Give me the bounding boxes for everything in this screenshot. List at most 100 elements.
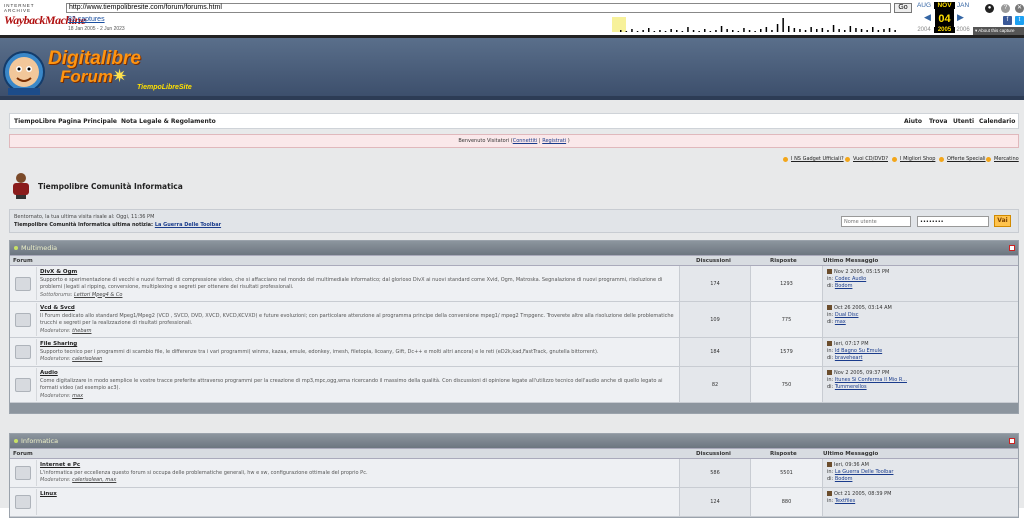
account-icon[interactable]: ●	[985, 4, 994, 13]
moderator-link[interactable]: Lettori Mpeg4 & Co	[74, 292, 122, 298]
last-post-icon[interactable]	[827, 462, 832, 467]
moderator-link[interactable]: calerisolean	[72, 356, 102, 362]
shop-link[interactable]: I Migliori Shop	[900, 156, 935, 162]
capture-bar	[821, 28, 824, 32]
moderator-label: Moderatore:	[40, 327, 73, 334]
about-capture-button[interactable]: ▾ About this capture	[973, 27, 1024, 35]
last-message-cell: Ieri, 07:17 PM in: Id Bagno Su Emule di: b…	[822, 338, 1018, 366]
prev-arrow-icon[interactable]: ◀	[924, 13, 931, 23]
logo-subtitle: TiempoLibreSite	[137, 84, 192, 91]
last-message-cell: Oct 26 2005, 03:14 AM in: Dual Disc di: ma…	[822, 302, 1018, 337]
forum-title-link[interactable]: Audio	[40, 370, 680, 378]
forum-row: Audio Come digitalizzare in modo semplice…	[10, 367, 1018, 403]
capture-bar	[704, 29, 706, 32]
moderator-link[interactable]: thebam	[72, 328, 91, 334]
gadget-link[interactable]: I NS Gadget Ufficiali?	[791, 156, 844, 162]
capture-sparkline[interactable]	[612, 14, 912, 32]
cd-dvd-link[interactable]: Vuoi CD/DVD?	[853, 156, 888, 162]
last-post-topic-link[interactable]: Id Bagno Su Emule	[835, 348, 882, 354]
last-post-author-link[interactable]: max	[835, 319, 846, 325]
last-post-icon[interactable]	[827, 491, 832, 496]
next-arrow-icon[interactable]: ▶	[957, 13, 964, 23]
login-link[interactable]: Connettiti	[513, 138, 538, 144]
forum-status-icon	[11, 339, 37, 365]
market-link[interactable]: Mercatino	[994, 156, 1019, 162]
last-post-author-link[interactable]: Bodom	[835, 476, 853, 482]
nav-search-link[interactable]: Trova	[929, 118, 947, 125]
login-submit-button[interactable]: Vai	[994, 215, 1011, 227]
forum-title-link[interactable]: Internet e Pc	[40, 462, 680, 470]
capture-bar	[827, 30, 829, 32]
last-post-topic-link[interactable]: Itunes Si Conferma Il Mio R...	[835, 377, 907, 383]
category-header[interactable]: Multimedia	[10, 241, 1018, 255]
last-post-icon[interactable]	[827, 341, 832, 346]
username-input[interactable]	[841, 216, 911, 227]
help-icon[interactable]: ?	[1001, 4, 1010, 13]
wayback-logo[interactable]: INTERNET ARCHIVE WaybackMachine	[4, 3, 86, 31]
capture-bar	[793, 28, 796, 32]
forum-row: Vcd & Svcd Il Forum dedicato allo standar…	[10, 302, 1018, 338]
captures-link[interactable]: 82 captures	[68, 16, 105, 23]
nav-home-link[interactable]: TiempoLibre Pagina Principale	[14, 118, 117, 125]
capture-bar	[760, 29, 762, 32]
forum-description: L'informatica per eccellenza questo foru…	[40, 469, 368, 476]
capture-bar	[636, 31, 639, 32]
last-post-topic-link[interactable]: Codec Audio	[835, 276, 866, 282]
forum-info: DivX & Ogm Supporto e sperimentazione di …	[40, 269, 680, 299]
moderator-link[interactable]: calerisolean, max	[72, 477, 116, 483]
nav-legal-link[interactable]: Nota Legale & Regolamento	[121, 118, 216, 125]
moderator-link[interactable]: max	[72, 393, 83, 399]
password-input[interactable]	[917, 216, 989, 227]
last-post-author-link[interactable]: Tummerellos	[835, 384, 867, 390]
wayback-url-input[interactable]: http://www.tiempolibresite.com/forum/for…	[66, 3, 891, 13]
last-post-author-link[interactable]: Bodom	[835, 283, 853, 289]
last-visit-text: Bentornato, la tua ultima visita risale …	[14, 214, 155, 220]
next-year[interactable]: 2006	[952, 27, 974, 33]
last-post-topic-link[interactable]: Dual Disc	[835, 312, 859, 318]
offers-link[interactable]: Offerte Speciali	[947, 156, 986, 162]
mascot-logo-icon[interactable]	[2, 44, 46, 98]
prev-year[interactable]: 2004	[913, 27, 935, 33]
category-informatica: Informatica Forum Discussioni Risposte U…	[9, 433, 1019, 518]
close-icon[interactable]: ✕	[1015, 4, 1024, 13]
discussions-count: 109	[710, 316, 720, 323]
prev-month[interactable]: AUG	[913, 2, 935, 9]
last-post-by-label: di:	[827, 319, 835, 325]
capture-bar	[776, 24, 779, 32]
capture-bar	[648, 28, 650, 32]
last-post-icon[interactable]	[827, 305, 832, 310]
forum-status-icon	[11, 489, 37, 515]
last-post-topic-link[interactable]: Textfiles	[835, 498, 855, 504]
last-post-topic-link[interactable]: La Guerra Delle Toolbar	[835, 469, 894, 475]
forum-status-icon	[11, 267, 37, 300]
nav-calendar-link[interactable]: Calendario	[979, 118, 1015, 125]
twitter-icon[interactable]: t	[1015, 16, 1024, 25]
last-post-in-label: in:	[827, 469, 835, 475]
forum-description: Supporto tecnico per i programmi di scam…	[40, 348, 599, 355]
discussions-cell: 82	[679, 367, 750, 402]
next-month[interactable]: JAN	[952, 2, 974, 9]
last-post-author-link[interactable]: braveheart	[835, 355, 863, 361]
forum-title-link[interactable]: Linux	[40, 491, 680, 499]
replies-cell: 1293	[750, 266, 822, 301]
last-post-icon[interactable]	[827, 269, 832, 274]
nav-users-link[interactable]: Utenti	[953, 118, 974, 125]
register-link[interactable]: Registrati	[542, 138, 566, 144]
nav-help-link[interactable]: Aiuto	[904, 118, 922, 125]
collapse-icon[interactable]	[1009, 438, 1015, 444]
forum-title-link[interactable]: Vcd & Svcd	[40, 305, 680, 313]
forum-status-icon	[11, 303, 37, 336]
moderator-label: Moderatore:	[40, 477, 73, 483]
col-forum: Forum	[13, 451, 33, 457]
last-message-cell: Ieri, 09:36 AM in: La Guerra Delle Toolba…	[822, 459, 1018, 487]
last-post-icon[interactable]	[827, 370, 832, 375]
category-header[interactable]: Informatica	[10, 434, 1018, 448]
forum-title-link[interactable]: DivX & Ogm	[40, 269, 680, 277]
latest-news-link[interactable]: La Guerra Delle Toolbar	[155, 222, 221, 228]
facebook-icon[interactable]: f	[1003, 16, 1012, 25]
wayback-go-button[interactable]: Go	[894, 3, 912, 13]
forum-row: DivX & Ogm Supporto e sperimentazione di …	[10, 266, 1018, 302]
collapse-icon[interactable]	[1009, 245, 1015, 251]
forum-title-link[interactable]: File Sharing	[40, 341, 680, 349]
wayback-logo-top: INTERNET ARCHIVE	[4, 3, 35, 13]
